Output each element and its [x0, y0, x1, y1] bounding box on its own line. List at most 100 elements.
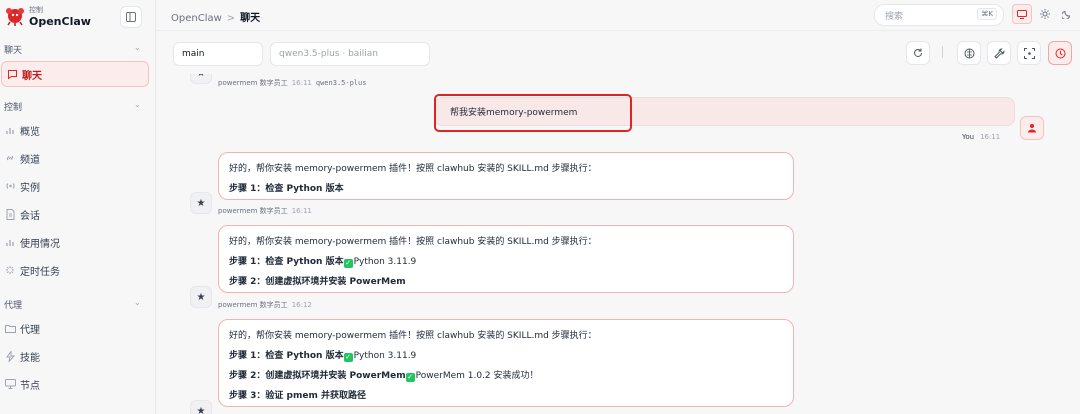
- step-label: 步骤 1：检查 Python 版本: [229, 257, 344, 267]
- step-label: 步骤 1：检查 Python 版本: [229, 351, 344, 361]
- step-result: Python 3.11.9: [353, 257, 417, 267]
- message-step-line: 步骤 1：检查 Python 版本 ✓ Python 3.11.9: [229, 254, 416, 268]
- assistant-message-bubble: 好的，帮你安装 memory-powermem 插件！按照 clawhub 安装…: [218, 319, 794, 407]
- loader-icon: [4, 264, 16, 276]
- search-shortcut-badge: ⌘K: [977, 8, 997, 20]
- message-sender: powermem 数字员工: [218, 207, 288, 215]
- refresh-button[interactable]: [906, 41, 930, 65]
- monitor-icon: [4, 378, 16, 390]
- sidebar-item-label: 节点: [20, 380, 40, 392]
- check-icon: ✓: [343, 259, 353, 268]
- sidebar-item-overview[interactable]: 概览: [0, 118, 147, 142]
- history-button[interactable]: [1048, 41, 1072, 65]
- sidebar-item-sessions[interactable]: 会话: [0, 202, 147, 226]
- tools-button[interactable]: [987, 41, 1011, 65]
- message-sender: You: [962, 133, 975, 141]
- sidebar-item-agents[interactable]: 代理: [0, 316, 147, 340]
- sidebar-item-scheduled-tasks[interactable]: 定时任务: [0, 258, 147, 282]
- bot-avatar: ★: [190, 74, 212, 84]
- bolt-icon: [4, 350, 16, 362]
- check-icon: ✓: [405, 373, 415, 382]
- link-icon: [4, 152, 16, 164]
- sidebar: 控制 OpenClaw 聊天 ⌄ 聊天 控制 ⌄ 概览 频道 实例 会话 使用情…: [0, 0, 156, 414]
- message-sender: powermem 数字员工: [218, 79, 288, 87]
- sidebar-item-label: 实例: [20, 182, 40, 194]
- sidebar-item-label: 概览: [20, 126, 40, 138]
- bot-avatar: ★: [190, 286, 212, 308]
- session-select[interactable]: main: [173, 42, 263, 66]
- folder-icon: [4, 322, 16, 334]
- user-icon: [1028, 124, 1036, 133]
- section-label-control[interactable]: 控制: [4, 100, 22, 113]
- theme-dark-button[interactable]: [1058, 5, 1076, 23]
- assistant-message-bubble: 好的，帮你安装 memory-powermem 插件！按照 clawhub 安装…: [218, 225, 794, 293]
- bar-chart-icon: [4, 124, 16, 136]
- message-line: 好的，帮你安装 memory-powermem 插件！按照 clawhub 安装…: [229, 164, 597, 174]
- monitor-icon: [1017, 9, 1027, 19]
- brand-name: OpenClaw: [29, 15, 91, 28]
- sidebar-item-skills[interactable]: 技能: [0, 344, 147, 368]
- sidebar-item-label: 定时任务: [20, 266, 60, 278]
- sidebar-item-label: 代理: [20, 324, 40, 336]
- search-input[interactable]: 搜索 ⌘K: [874, 4, 1004, 26]
- brand-subtitle: 控制: [29, 6, 43, 14]
- breadcrumb-root[interactable]: OpenClaw: [171, 13, 222, 24]
- openclaw-logo: [4, 4, 26, 26]
- chat-bubble-icon: [6, 68, 18, 80]
- moon-icon: [1062, 10, 1071, 19]
- theme-switcher: [1012, 4, 1076, 24]
- focus-button[interactable]: [1017, 41, 1041, 65]
- message-line: 好的，帮你安装 memory-powermem 插件！按照 clawhub 安装…: [229, 237, 597, 247]
- message-step-line: 步骤 3：验证 pmem 并获取路径: [229, 391, 366, 401]
- clock-icon: [1055, 48, 1065, 58]
- check-icon: ✓: [343, 353, 353, 362]
- radio-signal-icon: [4, 180, 16, 192]
- section-label-chat[interactable]: 聊天: [4, 43, 22, 56]
- theme-light-button[interactable]: [1036, 5, 1054, 23]
- chat-toolbar: main qwen3.5-plus · bailian: [156, 30, 1080, 74]
- message-step-line: 步骤 1：检查 Python 版本: [229, 184, 344, 194]
- collapse-sidebar-button[interactable]: [120, 6, 142, 28]
- scan-focus-icon: [1023, 47, 1035, 59]
- section-label-agents[interactable]: 代理: [4, 298, 22, 311]
- chat-thread: ★ powermem 数字员工16:11qwen3.5-plus 帮我安装mem…: [156, 74, 1080, 414]
- document-icon: [4, 208, 16, 220]
- sidebar-item-chat[interactable]: 聊天: [1, 61, 149, 87]
- user-message-text: 帮我安装memory-powermem: [450, 108, 578, 118]
- sidebar-item-nodes[interactable]: 节点: [0, 372, 147, 396]
- chevron-down-icon[interactable]: ⌄: [134, 298, 141, 307]
- chevron-down-icon[interactable]: ⌄: [134, 100, 141, 109]
- step-result: Python 3.11.9: [353, 351, 417, 361]
- sidebar-item-label: 技能: [20, 352, 40, 364]
- message-step-line: 步骤 2：创建虚拟环境并安装 PowerMem ✓ PowerMem 1.0.2 安…: [229, 368, 539, 382]
- toolbar-divider: [942, 46, 943, 58]
- message-line: 好的，帮你安装 memory-powermem 插件！按照 clawhub 安装…: [229, 331, 597, 341]
- step-label: 步骤 2：创建虚拟环境并安装 PowerMem: [229, 371, 406, 381]
- chevron-down-icon[interactable]: ⌄: [134, 43, 141, 52]
- message-step-line: 步骤 1：检查 Python 版本 ✓ Python 3.11.9: [229, 348, 416, 362]
- sidebar-item-usage[interactable]: 使用情况: [0, 230, 147, 254]
- user-avatar: [1020, 116, 1044, 140]
- theme-system-button[interactable]: [1012, 4, 1032, 24]
- sidebar-item-instances[interactable]: 实例: [0, 174, 147, 198]
- search-placeholder: 搜索: [885, 12, 904, 22]
- breadcrumb-separator: >: [226, 13, 236, 24]
- message-time: 16:11: [980, 133, 1001, 141]
- wrench-icon: [993, 47, 1005, 59]
- assistant-message-bubble: 好的，帮你安装 memory-powermem 插件！按照 clawhub 安装…: [218, 152, 794, 200]
- brain-icon: [964, 48, 974, 58]
- topbar: OpenClaw > 聊天 搜索 ⌘K: [156, 0, 1080, 31]
- sidebar-item-label: 使用情况: [20, 238, 60, 250]
- sidebar-item-label: 聊天: [22, 70, 42, 82]
- message-time: 16:12: [291, 301, 312, 309]
- bar-chart-icon: [4, 236, 16, 248]
- sun-icon: [1040, 9, 1050, 19]
- sidebar-item-label: 频道: [20, 154, 40, 166]
- user-message-meta: You 16:11: [962, 133, 1000, 141]
- message-meta: powermem 数字员工 16:12: [218, 300, 312, 310]
- message-time: 16:11: [291, 79, 312, 87]
- model-select[interactable]: qwen3.5-plus · bailian: [270, 42, 430, 66]
- brain-button[interactable]: [957, 41, 981, 65]
- breadcrumb-current: 聊天: [240, 13, 261, 24]
- sidebar-item-channels[interactable]: 频道: [0, 146, 147, 170]
